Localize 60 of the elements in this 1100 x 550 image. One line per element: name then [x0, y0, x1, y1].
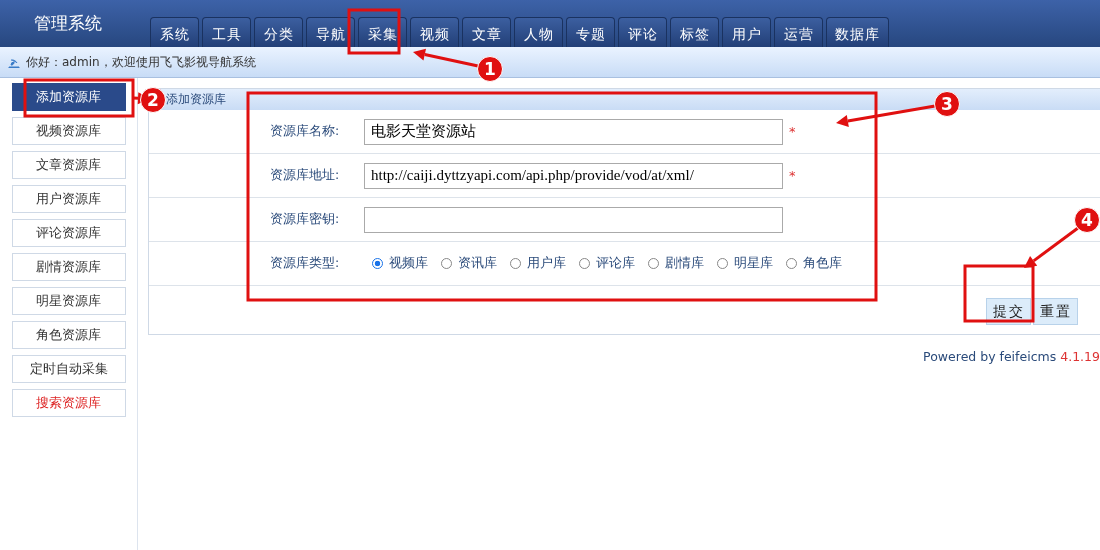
- radio-label: 剧情库: [665, 255, 704, 272]
- nav-tab[interactable]: 用户: [722, 17, 771, 47]
- form-button[interactable]: 重置: [1033, 298, 1078, 325]
- radio-button[interactable]: [717, 258, 728, 269]
- required-mark: *: [789, 168, 796, 183]
- highlight-frame: [347, 8, 401, 55]
- panel-title: 添加资源库: [166, 91, 226, 108]
- step-number: 4: [1074, 207, 1100, 233]
- nav-tab[interactable]: 视频: [410, 17, 459, 47]
- radio-button[interactable]: [372, 258, 383, 269]
- nav-tab[interactable]: 导航: [306, 17, 355, 47]
- signal-icon: [8, 56, 20, 68]
- field-label: 资源库密钥:: [270, 211, 341, 228]
- required-mark: *: [789, 124, 796, 139]
- sidebar-item[interactable]: 角色资源库: [11, 321, 126, 349]
- nav-tab[interactable]: 文章: [462, 17, 511, 47]
- arrow: [413, 48, 479, 68]
- greeting-text: 你好：admin，欢迎使用飞飞影视导航系统: [26, 53, 256, 71]
- sidebar-item[interactable]: 评论资源库: [11, 219, 126, 247]
- nav-tab[interactable]: 系统: [150, 17, 199, 47]
- field-label: 资源库类型:: [270, 255, 341, 272]
- version-text: 4.1.19: [1060, 349, 1100, 364]
- radio-label: 评论库: [596, 255, 635, 272]
- radio-button[interactable]: [786, 258, 797, 269]
- input-field[interactable]: [364, 206, 783, 233]
- sidebar-item[interactable]: 定时自动采集: [11, 355, 126, 383]
- sidebar-item[interactable]: 视频资源库: [11, 117, 126, 145]
- radio-button[interactable]: [510, 258, 521, 269]
- nav-tab[interactable]: 数据库: [826, 17, 889, 47]
- arrow: [1024, 226, 1079, 268]
- sidebar-item[interactable]: 剧情资源库: [11, 253, 126, 281]
- radio-button[interactable]: [579, 258, 590, 269]
- sidebar-item[interactable]: 用户资源库: [11, 185, 126, 213]
- nav-tab[interactable]: 运营: [774, 17, 823, 47]
- nav-tab[interactable]: 采集: [358, 17, 407, 47]
- radio-label: 明星库: [734, 255, 773, 272]
- highlight-frame: [963, 264, 1035, 323]
- nav-tab[interactable]: 标签: [670, 17, 719, 47]
- radio-button[interactable]: [648, 258, 659, 269]
- input-field[interactable]: http://caiji.dyttzyapi.com/api.php/provide/vod/at/xml/: [364, 162, 783, 189]
- sidebar-item[interactable]: 添加资源库: [11, 83, 126, 111]
- sidebar-item[interactable]: 搜索资源库: [11, 389, 126, 417]
- nav-tab[interactable]: 人物: [514, 17, 563, 47]
- step-number: 2: [140, 87, 166, 113]
- sidebar-item[interactable]: 文章资源库: [11, 151, 126, 179]
- nav-tab[interactable]: 专题: [566, 17, 615, 47]
- radio-label: 用户库: [527, 255, 566, 272]
- field-label: 资源库地址:: [270, 167, 341, 184]
- radio-label: 角色库: [803, 255, 842, 272]
- app-title: 管理系统: [33, 12, 103, 35]
- sidebar-item[interactable]: 明星资源库: [11, 287, 126, 315]
- nav-tab[interactable]: 评论: [618, 17, 667, 47]
- radio-label: 资讯库: [458, 255, 497, 272]
- nav-tab[interactable]: 工具: [202, 17, 251, 47]
- field-label: 资源库名称:: [270, 123, 341, 140]
- radio-button[interactable]: [441, 258, 452, 269]
- nav-tab[interactable]: 分类: [254, 17, 303, 47]
- input-field[interactable]: 电影天堂资源站: [364, 118, 783, 145]
- powered-by-text: Powered by feifeicms: [923, 349, 1057, 364]
- radio-label: 视频库: [389, 255, 428, 272]
